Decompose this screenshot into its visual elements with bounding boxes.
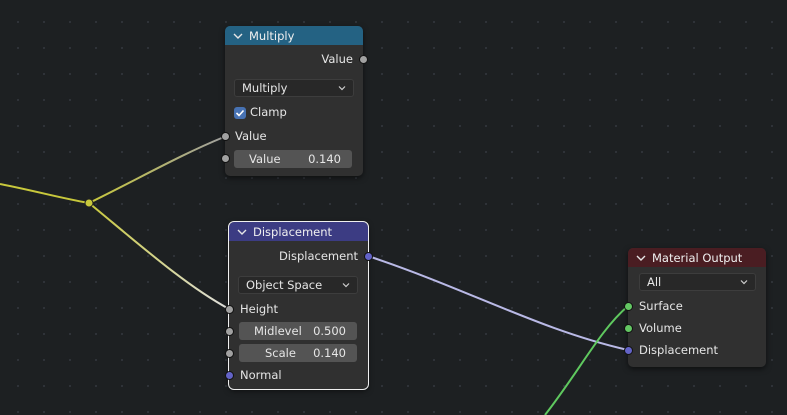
node-title: Displacement (253, 224, 333, 239)
link-reroute-to-multiply (88, 136, 225, 204)
value-field-value: 0.140 (308, 152, 341, 166)
output-label: Value (321, 52, 353, 66)
link-shader-to-surface (544, 305, 629, 415)
input-socket-value-1[interactable] (221, 132, 230, 141)
scale-field[interactable]: Scale 0.140 (239, 344, 357, 362)
input-socket-normal[interactable] (225, 371, 234, 380)
midlevel-value: 0.500 (313, 324, 346, 338)
target-value: All (647, 275, 662, 289)
material-output-node[interactable]: Material Output All Surface Volume Displ… (624, 248, 766, 367)
displacement-node-header[interactable]: Displacement (229, 222, 368, 241)
space-dropdown[interactable]: Object Space (238, 276, 358, 294)
height-label: Height (240, 302, 279, 316)
output-label: Displacement (278, 249, 358, 263)
chevron-down-icon (338, 86, 346, 91)
checkmark-icon (235, 109, 245, 117)
chevron-down-icon (342, 283, 350, 288)
material-output-node-header[interactable]: Material Output (628, 248, 766, 267)
value-field[interactable]: Value 0.140 (234, 150, 352, 168)
link-reroute-to-height (88, 202, 230, 310)
link-displacement-to-output (367, 255, 629, 351)
input-socket-volume[interactable] (624, 324, 633, 333)
input-socket-value-2[interactable] (221, 154, 230, 163)
surface-label: Surface (639, 299, 683, 313)
node-title: Multiply (249, 28, 295, 43)
collapse-chevron-icon[interactable] (634, 251, 648, 265)
normal-label: Normal (240, 368, 282, 382)
space-value: Object Space (246, 278, 323, 292)
scale-value: 0.140 (313, 346, 346, 360)
operation-dropdown[interactable]: Multiply (234, 79, 354, 97)
input-label: Value (235, 129, 267, 143)
clamp-label: Clamp (250, 105, 287, 119)
input-socket-surface[interactable] (624, 302, 633, 311)
operation-value: Multiply (242, 81, 288, 95)
input-socket-displacement[interactable] (624, 346, 633, 355)
volume-label: Volume (639, 321, 682, 335)
scale-label: Scale (265, 346, 296, 360)
clamp-checkbox[interactable] (234, 107, 246, 119)
input-socket-height[interactable] (225, 305, 234, 314)
input-socket-midlevel[interactable] (225, 327, 234, 336)
node-title: Material Output (652, 250, 743, 265)
reroute-node (84, 198, 94, 208)
link-incoming (0, 183, 90, 204)
collapse-chevron-icon[interactable] (235, 225, 249, 239)
output-displacement-row: Displacement (229, 246, 368, 266)
output-socket[interactable] (359, 55, 368, 64)
multiply-node-header[interactable]: Multiply (225, 26, 363, 45)
output-socket[interactable] (364, 252, 373, 261)
displacement-node[interactable]: Displacement Displacement Object Space H… (225, 221, 373, 390)
midlevel-label: Midlevel (254, 324, 302, 338)
multiply-node[interactable]: Multiply Value Multiply Clamp Value Valu… (221, 26, 368, 176)
output-value-row: Value (225, 49, 363, 69)
chevron-down-icon (740, 280, 748, 285)
value-field-label: Value (249, 152, 281, 166)
target-dropdown[interactable]: All (639, 273, 756, 291)
midlevel-field[interactable]: Midlevel 0.500 (239, 322, 357, 340)
input-socket-scale[interactable] (225, 349, 234, 358)
collapse-chevron-icon[interactable] (231, 29, 245, 43)
displacement-label: Displacement (639, 343, 719, 357)
